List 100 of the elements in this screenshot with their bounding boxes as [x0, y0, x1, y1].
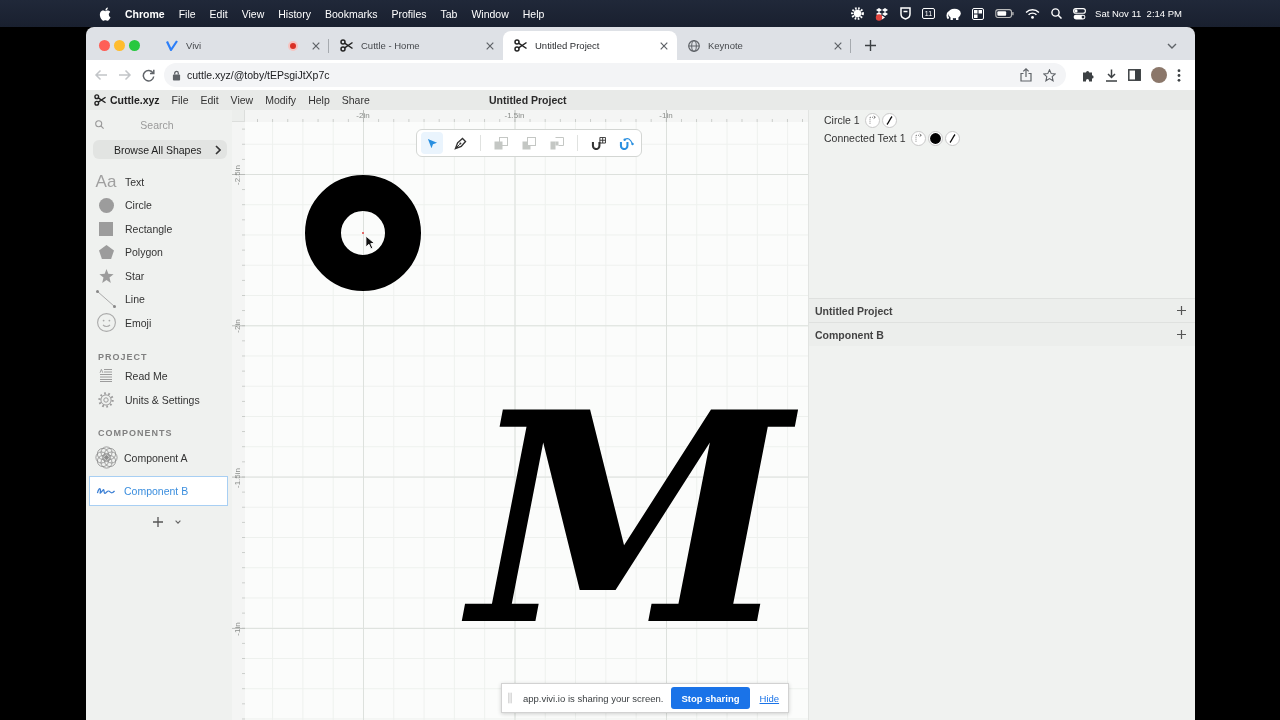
dotted-arrow-badge-icon[interactable] [910, 130, 926, 146]
close-icon[interactable] [486, 41, 494, 50]
component-item[interactable]: Component A [89, 444, 228, 471]
menu-item[interactable]: View [230, 94, 254, 106]
close-icon[interactable] [834, 41, 842, 50]
star-icon[interactable] [1043, 68, 1056, 82]
menu-item[interactable]: File [171, 94, 189, 106]
section-title[interactable]: Untitled Project [815, 304, 893, 317]
menu-item[interactable]: File [178, 7, 196, 20]
scissors-icon[interactable] [94, 94, 106, 106]
menu-item[interactable]: View [241, 7, 265, 20]
close-icon[interactable] [660, 41, 668, 50]
ruler-label: -2in [233, 319, 243, 333]
grid-icon[interactable] [972, 7, 985, 20]
section-title[interactable]: Component B [815, 328, 884, 341]
address-field[interactable]: cuttle.xyz/@toby/tEPsgiJtXp7c [164, 63, 1066, 87]
avatar-icon[interactable] [1151, 67, 1167, 83]
squares-subtract-icon [522, 136, 536, 150]
rosette-icon [94, 446, 118, 469]
menu-item[interactable]: Help [522, 7, 545, 20]
layer-name[interactable]: Circle 1 [824, 114, 860, 126]
curve-badge-icon[interactable] [944, 130, 960, 146]
wifi-icon[interactable] [1025, 8, 1041, 19]
clock: Sat Nov 11 2:14 PM [1095, 8, 1182, 19]
browser-tab[interactable]: Cuttle - Home [329, 31, 503, 60]
app-menu[interactable]: Chrome [125, 7, 165, 20]
menu-item[interactable]: Modify [265, 94, 297, 106]
star-icon [98, 268, 114, 283]
squares-intersect-icon [550, 136, 564, 150]
menu-item[interactable]: Edit [209, 7, 228, 20]
filled-dot-badge-icon[interactable] [927, 130, 943, 146]
magnet-curve-icon [618, 136, 634, 150]
select-tool-button[interactable] [421, 132, 443, 154]
browse-shapes-button[interactable]: Browse All Shapes [93, 140, 227, 159]
browser-tab[interactable]: Vivi [155, 31, 329, 60]
puzzle-icon[interactable] [1082, 68, 1095, 82]
hide-link[interactable]: Hide [759, 692, 780, 704]
browser-tab[interactable]: Keynote [677, 31, 851, 60]
shape-item[interactable]: Emoji [86, 311, 232, 335]
shape-item[interactable]: Aa Text [86, 170, 232, 194]
project-item[interactable]: Units & Settings [86, 387, 232, 412]
new-tab-icon[interactable] [865, 40, 876, 51]
shape-item[interactable]: Line [86, 287, 232, 311]
shape-item[interactable]: Circle [86, 193, 232, 217]
ruler-label: -1.5in [233, 467, 243, 488]
share-icon[interactable] [1020, 68, 1032, 82]
component-item[interactable]: Component B [89, 475, 228, 506]
square-icon [99, 221, 113, 236]
menu-item[interactable]: Bookmarks [324, 7, 378, 20]
reload-icon[interactable] [142, 68, 155, 82]
plus-icon[interactable] [1177, 306, 1186, 315]
curve-badge-icon[interactable] [881, 112, 897, 128]
menu-item[interactable]: Profiles [391, 7, 427, 20]
section-heading: PROJECT [97, 350, 149, 364]
plus-icon[interactable] [1177, 330, 1186, 339]
battery-icon[interactable] [995, 9, 1015, 18]
download-icon[interactable] [1105, 68, 1118, 82]
shield-icon[interactable] [899, 7, 911, 20]
browser-tab[interactable]: Untitled Project [503, 31, 677, 60]
project-item[interactable]: Read Me [86, 363, 232, 388]
grip-icon[interactable] [508, 692, 512, 704]
menu-item[interactable]: Share [341, 94, 370, 106]
dotted-arrow-badge-icon[interactable] [864, 112, 880, 128]
caret-icon [175, 519, 181, 524]
elephant-icon[interactable] [946, 7, 962, 20]
ruler-label: -2.5in [233, 165, 243, 185]
apple-icon[interactable] [99, 6, 111, 21]
menu-item[interactable]: Help [308, 94, 330, 106]
app-name[interactable]: Cuttle.xyz [110, 94, 160, 106]
share-message: app.vivi.io is sharing your screen. [523, 692, 664, 704]
shape-item[interactable]: Polygon [86, 240, 232, 264]
globe-icon [688, 39, 700, 52]
section-heading: COMPONENTS [97, 426, 174, 440]
v-logo-icon [166, 40, 178, 51]
pentagon-icon [98, 245, 114, 260]
cursor-icon [365, 235, 376, 250]
close-icon[interactable] [312, 41, 320, 50]
menu-item[interactable]: Edit [200, 94, 219, 106]
sidebar-icon[interactable] [1128, 69, 1141, 81]
more-icon[interactable] [1177, 68, 1181, 82]
menu-item[interactable]: Window [471, 7, 509, 20]
layer-name[interactable]: Connected Text 1 [824, 132, 906, 144]
menu-item[interactable]: Tab [440, 7, 458, 20]
squares-union-icon [494, 136, 508, 150]
search-icon[interactable] [1051, 8, 1063, 19]
chevron-down-icon[interactable] [1167, 42, 1177, 49]
smiley-icon [96, 313, 116, 333]
shape-item[interactable]: Star [86, 264, 232, 288]
squiggle-thumbnail-icon [96, 486, 116, 495]
shape-item[interactable]: Rectangle [86, 217, 232, 241]
diamonds-badge-icon[interactable] [874, 6, 889, 21]
ruler-label: -1in [659, 110, 673, 121]
url-text: cuttle.xyz/@toby/tEPsgiJtXp7c [187, 69, 330, 81]
stop-sharing-button[interactable]: Stop sharing [671, 687, 750, 709]
menu-item[interactable]: History [278, 7, 311, 20]
sun-icon[interactable] [850, 7, 864, 20]
toggles-icon[interactable] [1073, 7, 1087, 20]
search-field[interactable]: Search [108, 116, 226, 133]
document-title: Untitled Project [489, 94, 567, 106]
scissors-icon [340, 39, 353, 52]
